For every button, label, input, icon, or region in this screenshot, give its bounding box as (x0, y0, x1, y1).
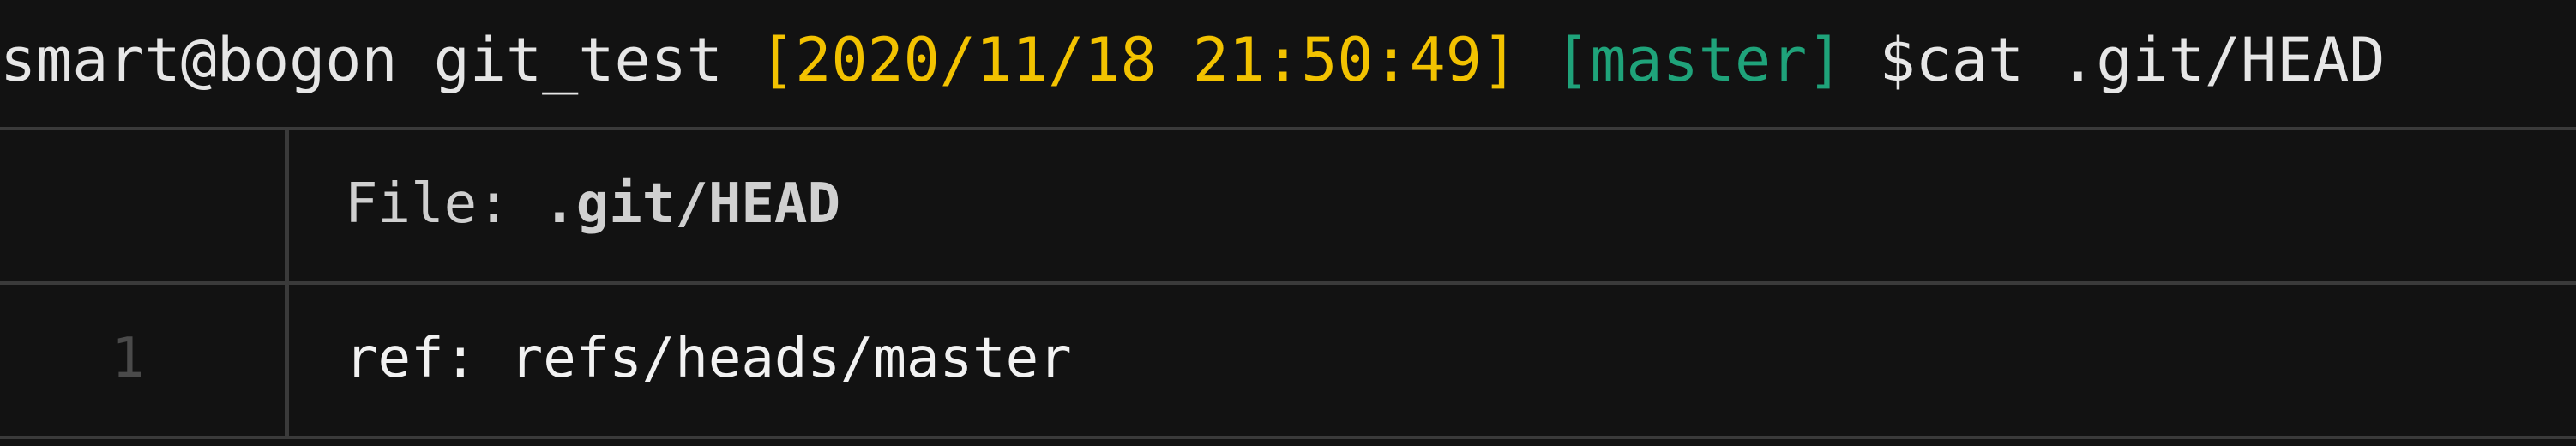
bat-file-path: .git/HEAD (543, 172, 840, 236)
bat-line-number: 1 (111, 327, 145, 390)
bat-gutter-separator-body (285, 285, 289, 436)
prompt-git-branch: [master] (1554, 25, 1844, 95)
prompt-cwd: git_test (433, 25, 723, 95)
prompt-command: $cat .git/HEAD (1879, 25, 2386, 95)
bat-file-header: File: .git/HEAD (345, 153, 840, 256)
bat-line-content: ref: refs/heads/master (345, 327, 1072, 390)
shell-prompt: smart@bogon git_test [2020/11/18 21:50:4… (0, 9, 2386, 112)
bat-header-rule (0, 281, 2576, 285)
prompt-user-host: smart@bogon (0, 25, 398, 95)
prompt-timestamp: [2020/11/18 21:50:49] (759, 25, 1519, 95)
bat-bottom-rule (0, 436, 2576, 439)
terminal-window[interactable]: smart@bogon git_test [2020/11/18 21:50:4… (0, 0, 2576, 446)
bat-file-label: File: (345, 172, 510, 236)
bat-top-rule (0, 127, 2576, 130)
bat-gutter-separator-header (285, 130, 289, 281)
